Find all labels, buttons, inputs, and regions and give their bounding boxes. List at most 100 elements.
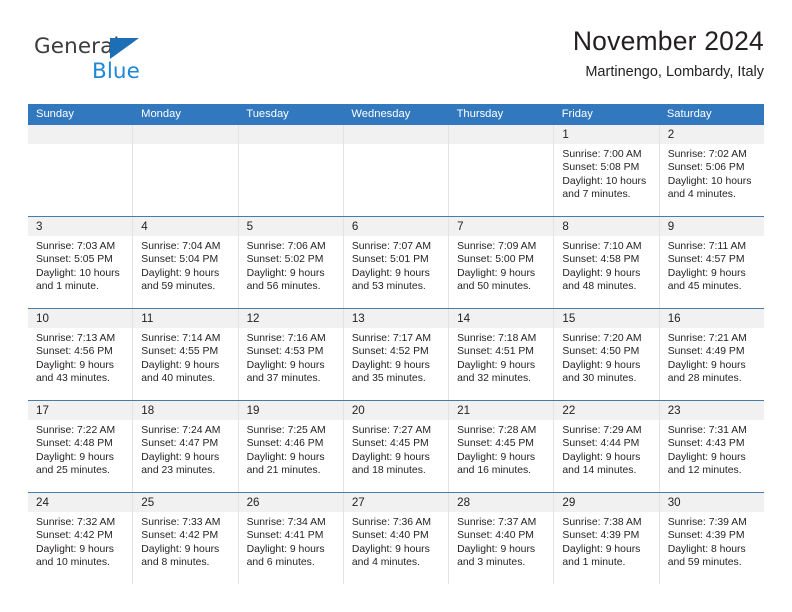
day-cell[interactable]: Sunrise: 7:29 AM Sunset: 4:44 PM Daylight:… [553, 420, 658, 492]
generalblue-logo[interactable]: General Blue [34, 34, 234, 90]
day-cell[interactable]: Sunrise: 7:37 AM Sunset: 4:40 PM Daylight:… [448, 512, 553, 584]
daylight-text: Daylight: 9 hours [246, 267, 325, 279]
sunrise-text: Sunrise: 7:10 AM [562, 241, 642, 252]
weekday-header-friday: Friday [561, 108, 593, 120]
sunrise-text: Sunrise: 7:06 AM [246, 241, 326, 252]
day-cell[interactable]: Sunrise: 7:03 AM Sunset: 5:05 PM Daylight:… [28, 236, 132, 308]
day-cell[interactable]: Sunrise: 7:36 AM Sunset: 4:40 PM Daylight:… [342, 512, 448, 584]
day-cell[interactable]: Sunrise: 7:17 AM Sunset: 4:52 PM Daylight:… [342, 328, 448, 400]
day-number-row: 10 11 12 13 14 15 16 [28, 309, 764, 328]
day-number[interactable]: 6 [342, 217, 448, 236]
day-number[interactable]: 17 [28, 401, 132, 420]
daylight-text: and 16 minutes. [457, 465, 532, 477]
daylight-text: and 4 minutes. [351, 557, 421, 569]
day-number[interactable]: 12 [237, 309, 343, 328]
daylight-text: Daylight: 9 hours [667, 267, 746, 279]
day-number[interactable]: 7 [448, 217, 553, 236]
day-cell[interactable]: Sunrise: 7:27 AM Sunset: 4:45 PM Daylight:… [342, 420, 448, 492]
day-number[interactable]: 20 [342, 401, 448, 420]
day-cell[interactable]: Sunrise: 7:39 AM Sunset: 4:39 PM Daylight:… [658, 512, 764, 584]
day-cell[interactable]: Sunrise: 7:14 AM Sunset: 4:55 PM Daylight:… [132, 328, 237, 400]
day-number[interactable]: 10 [28, 309, 132, 328]
day-cell[interactable]: Sunrise: 7:09 AM Sunset: 5:00 PM Daylight:… [448, 236, 553, 308]
day-cell-empty [342, 144, 448, 216]
sunrise-text: Sunrise: 7:00 AM [562, 149, 642, 160]
day-cell[interactable]: Sunrise: 7:21 AM Sunset: 4:49 PM Daylight:… [658, 328, 764, 400]
sunset-text: Sunset: 4:45 PM [351, 438, 429, 450]
weekday-header-saturday: Saturday [666, 108, 712, 120]
day-cell[interactable]: Sunrise: 7:00 AM Sunset: 5:08 PM Daylight:… [553, 144, 658, 216]
day-cell[interactable]: Sunrise: 7:18 AM Sunset: 4:51 PM Daylight:… [448, 328, 553, 400]
day-cell[interactable]: Sunrise: 7:25 AM Sunset: 4:46 PM Daylight:… [237, 420, 343, 492]
day-number[interactable]: 11 [132, 309, 237, 328]
day-number[interactable]: 23 [658, 401, 764, 420]
day-number[interactable]: 29 [553, 493, 658, 512]
day-cell[interactable]: Sunrise: 7:33 AM Sunset: 4:42 PM Daylight:… [132, 512, 237, 584]
day-number[interactable]: 21 [448, 401, 553, 420]
day-number[interactable]: 13 [342, 309, 448, 328]
daylight-text: and 56 minutes. [246, 281, 321, 293]
day-cell[interactable]: Sunrise: 7:07 AM Sunset: 5:01 PM Daylight:… [342, 236, 448, 308]
day-number[interactable]: 14 [448, 309, 553, 328]
day-number-empty [237, 125, 343, 144]
daylight-text: Daylight: 9 hours [562, 543, 641, 555]
sunset-text: Sunset: 5:01 PM [351, 254, 429, 266]
daylight-text: Daylight: 10 hours [667, 175, 752, 187]
weekday-header-monday: Monday [141, 108, 181, 120]
day-number[interactable]: 25 [132, 493, 237, 512]
sunrise-text: Sunrise: 7:33 AM [141, 517, 221, 528]
day-cell-empty [28, 144, 132, 216]
weekday-header-row: Sunday Monday Tuesday Wednesday Thursday Frid… [28, 104, 764, 125]
sunrise-text: Sunrise: 7:36 AM [351, 517, 431, 528]
day-cell[interactable]: Sunrise: 7:06 AM Sunset: 5:02 PM Daylight:… [237, 236, 343, 308]
day-cell[interactable]: Sunrise: 7:11 AM Sunset: 4:57 PM Daylight:… [658, 236, 764, 308]
day-number[interactable]: 19 [237, 401, 343, 420]
day-cell[interactable]: Sunrise: 7:16 AM Sunset: 4:53 PM Daylight:… [237, 328, 343, 400]
day-cell[interactable]: Sunrise: 7:13 AM Sunset: 4:56 PM Daylight:… [28, 328, 132, 400]
sunrise-text: Sunrise: 7:29 AM [562, 425, 642, 436]
daylight-text: Daylight: 9 hours [457, 267, 536, 279]
calendar-weeks: 1 2 Sunrise: 7:00 AM Sunset: 5:08 PM Dayligh… [28, 125, 764, 584]
sunset-text: Sunset: 5:06 PM [667, 162, 745, 174]
day-number[interactable]: 5 [237, 217, 343, 236]
daylight-text: and 59 minutes. [141, 281, 216, 293]
day-cell[interactable]: Sunrise: 7:20 AM Sunset: 4:50 PM Daylight:… [553, 328, 658, 400]
daylight-text: and 12 minutes. [667, 465, 742, 477]
day-cell[interactable]: Sunrise: 7:38 AM Sunset: 4:39 PM Daylight:… [553, 512, 658, 584]
daylight-text: and 43 minutes. [36, 373, 110, 385]
day-cell[interactable]: Sunrise: 7:02 AM Sunset: 5:06 PM Daylight:… [658, 144, 764, 216]
day-cell[interactable]: Sunrise: 7:22 AM Sunset: 4:48 PM Daylight:… [28, 420, 132, 492]
daylight-text: Daylight: 9 hours [351, 267, 430, 279]
day-cell[interactable]: Sunrise: 7:31 AM Sunset: 4:43 PM Daylight:… [658, 420, 764, 492]
sunrise-text: Sunrise: 7:38 AM [562, 517, 642, 528]
day-cell[interactable]: Sunrise: 7:28 AM Sunset: 4:45 PM Daylight:… [448, 420, 553, 492]
day-number[interactable]: 3 [28, 217, 132, 236]
day-number[interactable]: 28 [448, 493, 553, 512]
day-number[interactable]: 9 [658, 217, 764, 236]
day-number[interactable]: 8 [553, 217, 658, 236]
day-number[interactable]: 24 [28, 493, 132, 512]
day-number[interactable]: 22 [553, 401, 658, 420]
day-number[interactable]: 15 [553, 309, 658, 328]
day-cell[interactable]: Sunrise: 7:10 AM Sunset: 4:58 PM Daylight:… [553, 236, 658, 308]
sunset-text: Sunset: 4:43 PM [667, 438, 745, 450]
daylight-text: and 18 minutes. [351, 465, 426, 477]
day-number[interactable]: 26 [237, 493, 343, 512]
day-number[interactable]: 1 [553, 125, 658, 144]
day-cell-empty [237, 144, 343, 216]
sunset-text: Sunset: 4:52 PM [351, 346, 429, 358]
sunrise-text: Sunrise: 7:03 AM [36, 241, 116, 252]
day-number[interactable]: 4 [132, 217, 237, 236]
day-cell[interactable]: Sunrise: 7:04 AM Sunset: 5:04 PM Daylight:… [132, 236, 237, 308]
day-number[interactable]: 30 [658, 493, 764, 512]
day-cell[interactable]: Sunrise: 7:32 AM Sunset: 4:42 PM Daylight:… [28, 512, 132, 584]
day-number[interactable]: 16 [658, 309, 764, 328]
sunrise-text: Sunrise: 7:02 AM [667, 149, 747, 160]
sunset-text: Sunset: 4:56 PM [36, 346, 113, 358]
day-cell[interactable]: Sunrise: 7:34 AM Sunset: 4:41 PM Daylight:… [237, 512, 343, 584]
title-block: November 2024 Martinengo, Lombardy, Ital… [573, 26, 764, 82]
day-cell[interactable]: Sunrise: 7:24 AM Sunset: 4:47 PM Daylight:… [132, 420, 237, 492]
day-number[interactable]: 2 [658, 125, 764, 144]
day-number[interactable]: 27 [342, 493, 448, 512]
day-number[interactable]: 18 [132, 401, 237, 420]
